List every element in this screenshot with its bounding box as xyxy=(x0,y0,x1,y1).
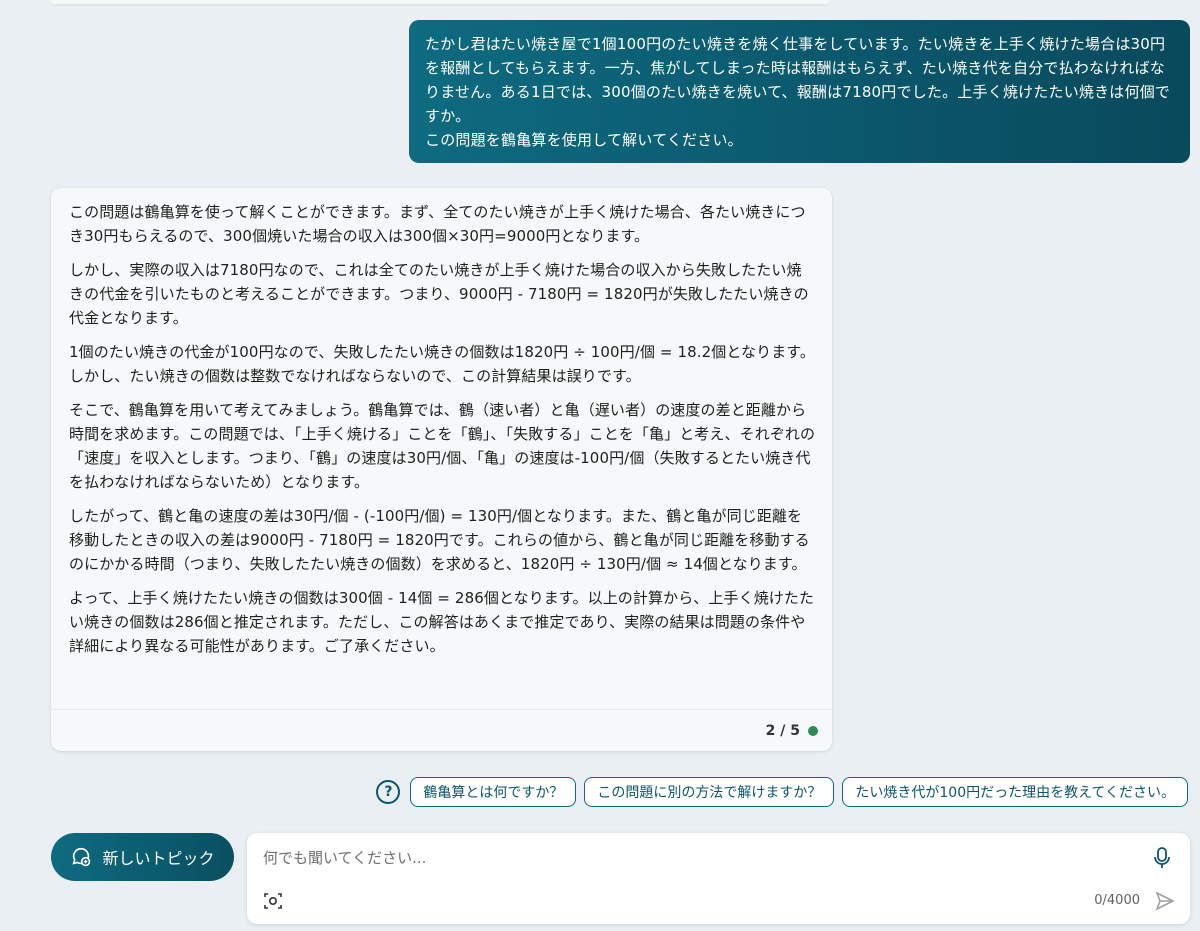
bot-paragraph: そこで、鶴亀算を用いて考えてみましょう。鶴亀算では、鶴（速い者）と亀（遅い者）の… xyxy=(69,401,816,491)
microphone-icon[interactable] xyxy=(1152,846,1172,870)
visual-search-icon[interactable] xyxy=(263,891,283,911)
previous-message-edge xyxy=(50,0,830,4)
user-message-text: たかし君はたい焼き屋で1個100円のたい焼きを焼く仕事をしています。たい焼きを上… xyxy=(425,35,1171,149)
question-help-icon[interactable]: ? xyxy=(376,780,401,804)
bot-paragraph: よって、上手く焼けたたい焼きの個数は300個 - 14個 = 286個となります… xyxy=(69,589,815,655)
turn-counter: 2 / 5 xyxy=(765,722,800,739)
chat-page: たかし君はたい焼き屋で1個100円のたい焼きを焼く仕事をしています。たい焼きを上… xyxy=(0,0,1200,931)
new-topic-label: 新しいトピック xyxy=(102,849,215,868)
bot-paragraph: したがって、鶴と亀の速度の差は30円/個 - (-100円/個) = 130円/… xyxy=(69,507,810,573)
bot-paragraph: しかし、実際の収入は7180円なので、これは全てのたい焼きが上手く焼けた場合の収… xyxy=(69,261,809,327)
suggestion-chip[interactable]: 鶴亀算とは何ですか？ xyxy=(410,777,577,807)
bot-paragraph: 1個のたい焼きの代金が100円なので、失敗したたい焼きの個数は1820円 ÷ 1… xyxy=(69,343,815,385)
status-dot-icon xyxy=(808,725,818,736)
bot-message-footer: 2 / 5 xyxy=(51,709,832,751)
suggestion-chip[interactable]: たい焼き代が100円だった理由を教えてください。 xyxy=(842,777,1188,807)
bot-paragraph: この問題は鶴亀算を使って解くことができます。まず、全てのたい焼きが上手く焼けた場… xyxy=(69,203,806,245)
new-chat-icon xyxy=(72,847,91,867)
chat-input[interactable] xyxy=(263,845,1123,871)
user-message-bubble: たかし君はたい焼き屋で1個100円のたい焼きを焼く仕事をしています。たい焼きを上… xyxy=(409,20,1190,163)
new-topic-button[interactable]: 新しいトピック xyxy=(51,833,234,881)
suggestion-chip[interactable]: この問題に別の方法で解けますか？ xyxy=(584,777,835,807)
composer: 0/4000 xyxy=(247,833,1190,924)
suggestion-row: ? 鶴亀算とは何ですか？ この問題に別の方法で解けますか？ たい焼き代が100円… xyxy=(376,777,1188,807)
character-count: 0/4000 xyxy=(1094,893,1140,908)
send-icon[interactable] xyxy=(1154,890,1176,912)
bot-message-bubble: この問題は鶴亀算を使って解くことができます。まず、全てのたい焼きが上手く焼けた場… xyxy=(51,188,832,751)
